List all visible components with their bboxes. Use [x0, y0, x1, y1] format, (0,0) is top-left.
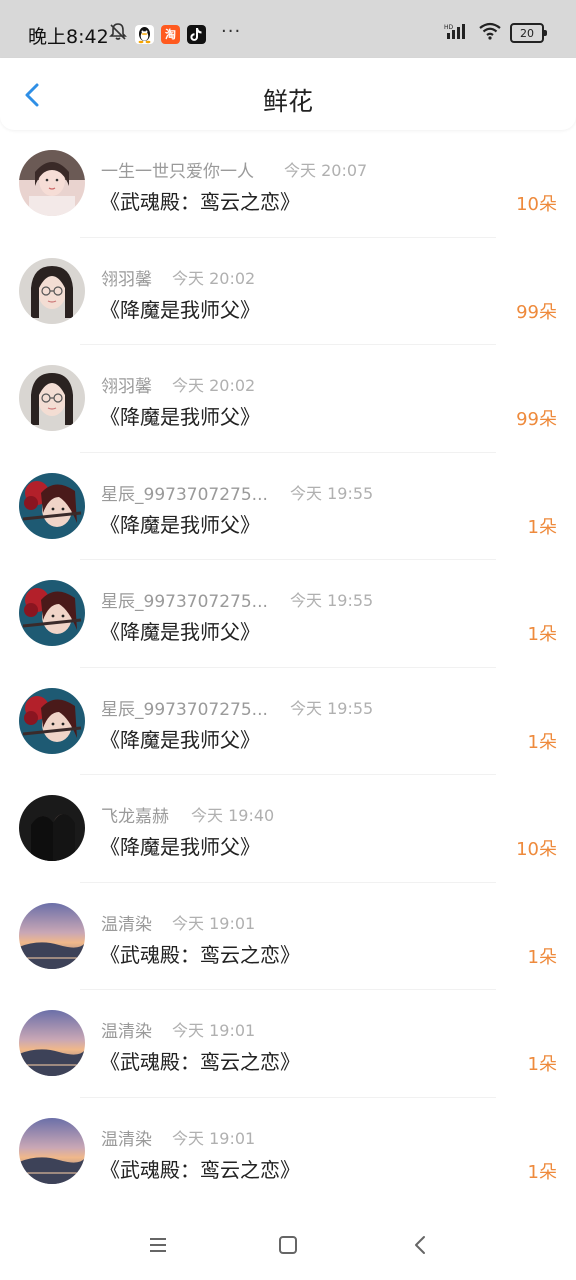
flower-count: 1朵	[527, 1161, 557, 1183]
gift-time: 今天 19:01	[172, 1021, 256, 1040]
sender-name: 一生一世只爱你一人	[101, 162, 254, 182]
list-item[interactable]: 温清染 今天 19:01 《武魂殿：鸾云之恋》 1朵	[0, 990, 576, 1098]
book-title: 《降魔是我师父》	[100, 405, 260, 429]
system-back-button[interactable]	[407, 1232, 433, 1258]
book-title: 《降魔是我师父》	[100, 620, 260, 644]
sender-name: 飞龙嘉赫	[101, 807, 169, 827]
gift-time: 今天 19:55	[290, 591, 374, 610]
avatar[interactable]	[19, 580, 85, 646]
flower-count: 1朵	[527, 1054, 557, 1075]
status-system-icons: HD 20	[444, 22, 547, 44]
page-title: 鲜花	[262, 87, 313, 116]
gift-time: 今天 20:02	[172, 376, 256, 395]
avatar[interactable]	[19, 902, 85, 969]
list-item[interactable]: 星辰_9973707275... 今天 19:55 《降魔是我师父》 1朵	[0, 668, 576, 775]
menu-icon	[150, 1238, 166, 1252]
list-item[interactable]: 温清染 今天 19:01 《武魂殿：鸾云之恋》 1朵	[0, 1098, 576, 1206]
book-title: 《降魔是我师父》	[100, 512, 260, 537]
qq-app-icon	[135, 24, 154, 44]
list-item[interactable]: 翎羽馨 今天 20:02 《降魔是我师父》 99朵	[0, 238, 576, 345]
avatar[interactable]	[19, 257, 85, 324]
list-item[interactable]: 温清染 今天 19:01 《武魂殿：鸾云之恋》 1朵	[0, 883, 576, 990]
book-title: 《降魔是我师父》	[100, 727, 260, 752]
avatar[interactable]	[19, 150, 85, 216]
flower-count: 10朵	[516, 194, 557, 215]
gift-time: 今天 20:02	[172, 268, 256, 288]
svg-text:HD: HD	[444, 24, 454, 31]
avatar[interactable]	[19, 1010, 85, 1076]
book-title: 《武魂殿：鸾云之恋》	[100, 1157, 300, 1182]
status-bar: 晚上8:42 淘 ··· HD 20	[0, 0, 576, 58]
avatar[interactable]	[19, 795, 85, 861]
sender-name: 温清染	[101, 1129, 152, 1150]
flower-count: 1朵	[527, 624, 557, 645]
signal-icon: HD	[444, 22, 470, 44]
sender-name: 星辰_9973707275...	[101, 699, 268, 720]
system-nav-bar	[0, 1210, 576, 1280]
flower-count: 1朵	[527, 946, 557, 968]
avatar[interactable]	[19, 365, 85, 431]
list-item[interactable]: 一生一世只爱你一人 今天 20:07 《武魂殿：鸾云之恋》 10朵	[0, 130, 576, 238]
tiktok-app-icon	[187, 24, 206, 44]
gift-time: 今天 19:40	[191, 806, 275, 825]
sender-name: 温清染	[101, 914, 152, 935]
flower-count: 99朵	[516, 301, 557, 323]
sender-name: 翎羽馨	[101, 377, 152, 397]
home-button[interactable]	[275, 1232, 301, 1258]
book-title: 《武魂殿：鸾云之恋》	[100, 190, 300, 214]
gift-time: 今天 19:55	[290, 698, 374, 718]
flower-count: 1朵	[527, 731, 557, 753]
avatar[interactable]	[19, 472, 85, 539]
header: 鲜花	[0, 58, 576, 130]
list-item[interactable]: 星辰_9973707275... 今天 19:55 《降魔是我师父》 1朵	[0, 453, 576, 560]
sender-name: 星辰_9973707275...	[101, 592, 268, 612]
flower-count: 99朵	[516, 409, 557, 430]
wifi-icon	[478, 22, 502, 44]
list-item[interactable]: 星辰_9973707275... 今天 19:55 《降魔是我师父》 1朵	[0, 560, 576, 668]
sender-name: 星辰_9973707275...	[101, 484, 268, 505]
gift-time: 今天 19:55	[290, 483, 374, 503]
bell-muted-icon	[108, 22, 128, 46]
back-icon	[415, 1236, 425, 1254]
avatar[interactable]	[19, 687, 85, 754]
gift-time: 今天 20:07	[284, 161, 368, 180]
book-title: 《降魔是我师父》	[100, 297, 260, 322]
book-title: 《武魂殿：鸾云之恋》	[100, 1050, 300, 1074]
list-item[interactable]: 飞龙嘉赫 今天 19:40 《降魔是我师父》 10朵	[0, 775, 576, 883]
flower-count: 1朵	[527, 516, 557, 538]
battery-icon: 20	[510, 23, 547, 43]
flower-count: 10朵	[516, 839, 557, 860]
list-item[interactable]: 翎羽馨 今天 20:02 《降魔是我师父》 99朵	[0, 345, 576, 453]
status-time: 晚上8:42	[28, 26, 109, 48]
taobao-app-icon: 淘	[161, 24, 180, 44]
sender-name: 翎羽馨	[101, 269, 152, 290]
gift-list: 一生一世只爱你一人 今天 20:07 《武魂殿：鸾云之恋》 10朵 翎羽馨 今天…	[0, 130, 576, 1205]
avatar[interactable]	[19, 1117, 85, 1184]
gift-time: 今天 19:01	[172, 1128, 256, 1148]
status-notification-icons: 淘 ···	[108, 20, 242, 46]
gift-time: 今天 19:01	[172, 913, 256, 933]
home-icon	[279, 1236, 297, 1254]
more-notifications-icon: ···	[221, 20, 242, 42]
sender-name: 温清染	[101, 1022, 152, 1042]
book-title: 《武魂殿：鸾云之恋》	[100, 942, 300, 967]
book-title: 《降魔是我师父》	[100, 835, 260, 859]
screen: 晚上8:42 淘 ··· HD 20 鲜花 一生一世只爱你一人 今天 20:07…	[0, 0, 576, 1280]
menu-button[interactable]	[145, 1232, 171, 1258]
